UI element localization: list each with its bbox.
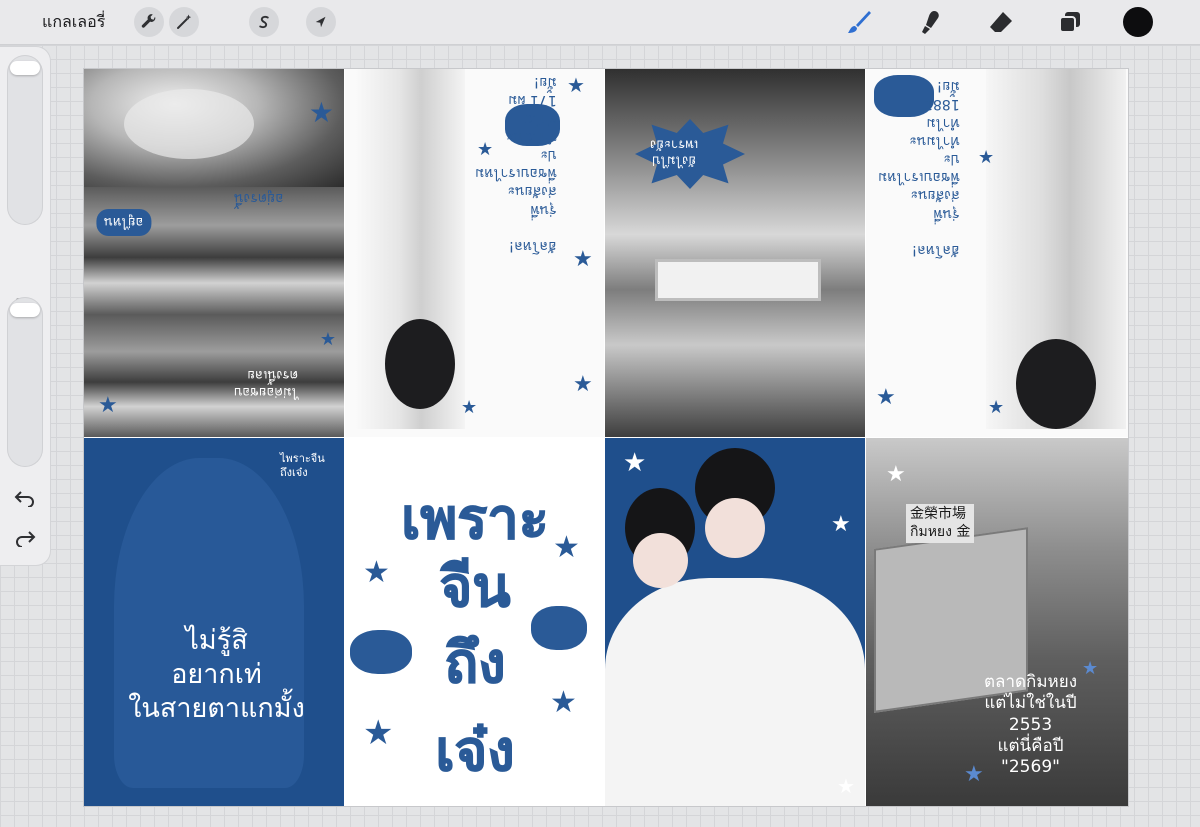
star-icon: ★ — [363, 713, 394, 753]
cat-doodle — [531, 606, 587, 650]
canvas-artboard[interactable]: ★ อยู่ตรงนี้ อยู่ไหน ไม่ค่อยชอบ ตรงนี้เล… — [84, 69, 1128, 806]
redo-icon — [16, 531, 36, 547]
temple-caption: ยังไม่ไป เพราะยัง — [650, 136, 699, 168]
title-panel: เพราะ จีน ถึง เจ๋ง ★ ★ ★ ★ — [345, 438, 604, 806]
couple-illustration: ★ ★ ★ — [605, 438, 865, 806]
top-toolbar: แกลเลอรี่ — [0, 0, 1200, 45]
layers-icon — [1059, 12, 1080, 33]
eraser-tool[interactable] — [985, 6, 1017, 38]
smudge-icon — [922, 11, 939, 34]
sketch-panel-1: ฮัลโหล! รุ่นพี่ ส่งสัยนะ พี่ชอบเราไหม ปะ… — [345, 69, 604, 437]
color-swatch[interactable] — [1123, 7, 1153, 37]
star-icon: ★ — [553, 530, 580, 565]
caption: ไม่ค่อยชอบ ตรงนี้เลย — [234, 366, 299, 399]
selection-s-icon — [259, 15, 269, 29]
redo-button[interactable] — [12, 527, 38, 549]
opacity-handle[interactable] — [10, 303, 40, 317]
magic-wand-icon — [177, 14, 192, 29]
sidebar — [0, 47, 50, 565]
star-icon: ★ — [98, 393, 118, 418]
brush-size-slider[interactable] — [7, 55, 43, 225]
star-icon: ★ — [477, 139, 494, 160]
billboard-sign: 金榮市場 กิมหยง 金 — [906, 504, 975, 543]
street-photo: อยู่ตรงนี้ อยู่ไหน — [84, 187, 344, 315]
star-icon: ★ — [550, 685, 577, 720]
caption: อยู่ตรงนี้ — [234, 190, 284, 207]
layers-tool[interactable] — [1054, 6, 1086, 38]
blue-illustration-panel: ไพราะจีน ถึงเจ๋ง ไม่รู้สิ อยากเท่ ในสายต… — [84, 438, 344, 806]
star-icon: ★ — [837, 774, 855, 798]
interior-photo: ไม่ค่อยชอบ ตรงนี้เลย ★ ★ — [84, 315, 344, 437]
sketch-text: ฮัลโหล! รุ่นพี่ ส่งสัยนะ พี่ชอบเราไหม ปะ… — [878, 78, 960, 258]
market-caption: ตลาดกิมหยง แต่ไม่ใช่ในปี 2553 แต่นี่คือป… — [984, 672, 1078, 777]
transform-button[interactable] — [306, 7, 336, 37]
brush-tool[interactable] — [843, 6, 875, 38]
star-icon: ★ — [363, 555, 390, 590]
undo-icon — [14, 491, 34, 507]
star-icon: ★ — [964, 762, 984, 787]
street-market-photo: 金榮市場 กิมหยง 金 ตลาดกิมหยง แต่ไม่ใช่ในปี 2… — [866, 438, 1128, 806]
sketch-text: ฮัลโหล! รุ่นพี่ ส่งสัยนะ พี่ชอบเราไหม ปะ… — [475, 74, 557, 254]
arrow-cursor-icon — [315, 16, 326, 28]
undo-button[interactable] — [12, 487, 38, 509]
selection-button[interactable] — [249, 7, 279, 37]
star-icon: ★ — [876, 385, 896, 410]
star-icon: ★ — [886, 462, 906, 487]
star-icon: ★ — [573, 372, 593, 397]
star-icon: ★ — [319, 329, 336, 350]
star-icon: ★ — [1082, 658, 1099, 679]
star-icon: ★ — [623, 448, 647, 478]
sketch-panel-2: ฮัลโหล! รุ่นพี่ ส่งสัยนะ พี่ชอบเราไหม ปะ… — [866, 69, 1128, 437]
star-icon: ★ — [461, 397, 478, 418]
eraser-icon — [990, 12, 1012, 32]
brush-size-handle[interactable] — [10, 61, 40, 75]
dog-doodle — [350, 630, 412, 674]
wrench-button[interactable] — [134, 7, 164, 37]
wrench-icon — [141, 14, 156, 28]
quote-text: ไม่รู้สิ อยากเท่ ในสายตาแกมั้ง — [128, 625, 305, 724]
smudge-tool[interactable] — [915, 6, 947, 38]
star-icon: ★ — [978, 147, 995, 168]
caption-badge: อยู่ไหน — [96, 209, 152, 236]
gallery-button[interactable]: แกลเลอรี่ — [42, 10, 105, 35]
star-icon: ★ — [988, 397, 1005, 418]
star-icon: ★ — [831, 512, 851, 537]
signature: ไพราะจีน ถึงเจ๋ง — [280, 452, 325, 479]
opacity-slider[interactable] — [7, 297, 43, 467]
star-icon: ★ — [308, 96, 334, 129]
star-icon: ★ — [573, 247, 593, 272]
star-icon: ★ — [567, 73, 585, 97]
adjustments-button[interactable] — [169, 7, 199, 37]
bowl-photo: ★ — [84, 69, 344, 187]
brush-icon — [848, 11, 871, 33]
temple-photo: ยังไม่ไป เพราะยัง — [605, 69, 865, 437]
